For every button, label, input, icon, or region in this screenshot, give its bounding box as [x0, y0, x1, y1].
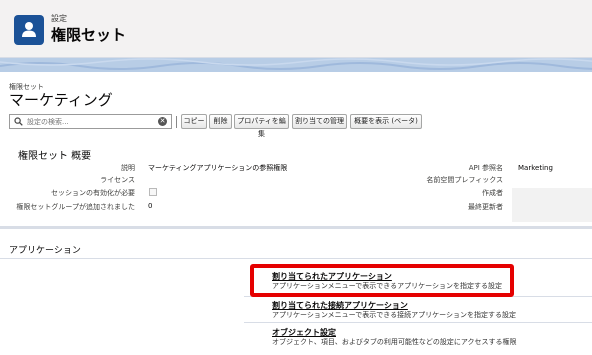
description-label: 説明 [121, 164, 135, 172]
namespace-prefix-label: 名前空間プレフィックス [426, 176, 503, 184]
created-by-label: 作成者 [482, 189, 503, 197]
description-value: マーケティングアプリケーションの参照権限 [148, 164, 288, 172]
edit-properties-button[interactable]: プロパティを編集 [234, 114, 289, 138]
assigned-connected-apps-desc: アプリケーションメニューで表示できる接続アプリケーションを指定する設定 [272, 311, 516, 319]
api-name-value: Marketing [518, 164, 553, 172]
copy-button[interactable]: コピー [181, 114, 207, 129]
license-label: ライセンス [100, 176, 135, 184]
clear-search-icon[interactable]: ✕ [158, 117, 167, 126]
section-divider [0, 226, 592, 229]
object-settings-desc: オブジェクト、項目、およびタブの利用可能性などの設定にアクセスする権限 [272, 338, 517, 346]
session-required-label: セッションの有効化が必要 [51, 189, 135, 197]
page-title: 権限セット [51, 26, 127, 44]
object-settings-item[interactable]: オブジェクト設定 オブジェクト、項目、およびタブの利用可能性などの設定にアクセス… [272, 327, 517, 347]
api-name-label: API 参照名 [468, 164, 503, 172]
setup-search-field[interactable]: ✕ [9, 114, 172, 129]
permission-set-name: マーケティング [9, 91, 113, 109]
decorative-banner [0, 58, 592, 72]
apps-section-title: アプリケーション [9, 246, 81, 256]
view-summary-button[interactable]: 概要を表示 (ベータ) [350, 114, 422, 129]
last-modified-label: 最終更新者 [468, 203, 503, 211]
group-added-label: 権限セットグループが追加されました [16, 203, 135, 211]
created-modified-values [512, 188, 592, 222]
delete-button[interactable]: 削除 [209, 114, 232, 129]
user-icon [14, 15, 44, 45]
highlight-annotation [250, 264, 514, 297]
group-added-value: 0 [148, 202, 153, 210]
manage-assignments-button[interactable]: 割り当ての管理 [292, 114, 347, 129]
header-eyebrow: 設定 [51, 14, 67, 23]
apps-section-rule [0, 258, 592, 259]
toolbar-separator [176, 116, 177, 128]
session-required-checkbox [149, 188, 157, 196]
search-input[interactable] [27, 116, 147, 127]
overview-title: 権限セット 概要 [18, 151, 92, 162]
permission-set-panel: 権限セット マーケティング ✕ コピー 削除 プロパティを編集 割り当ての管理 … [0, 72, 592, 355]
assigned-connected-apps-item[interactable]: 割り当てられた接続アプリケーション アプリケーションメニューで表示できる接続アプ… [272, 300, 516, 320]
item-divider [244, 322, 592, 323]
page-header: 設定 権限セット [0, 0, 592, 58]
apps-section-header: アプリケーション [0, 231, 592, 256]
search-icon [14, 117, 23, 126]
